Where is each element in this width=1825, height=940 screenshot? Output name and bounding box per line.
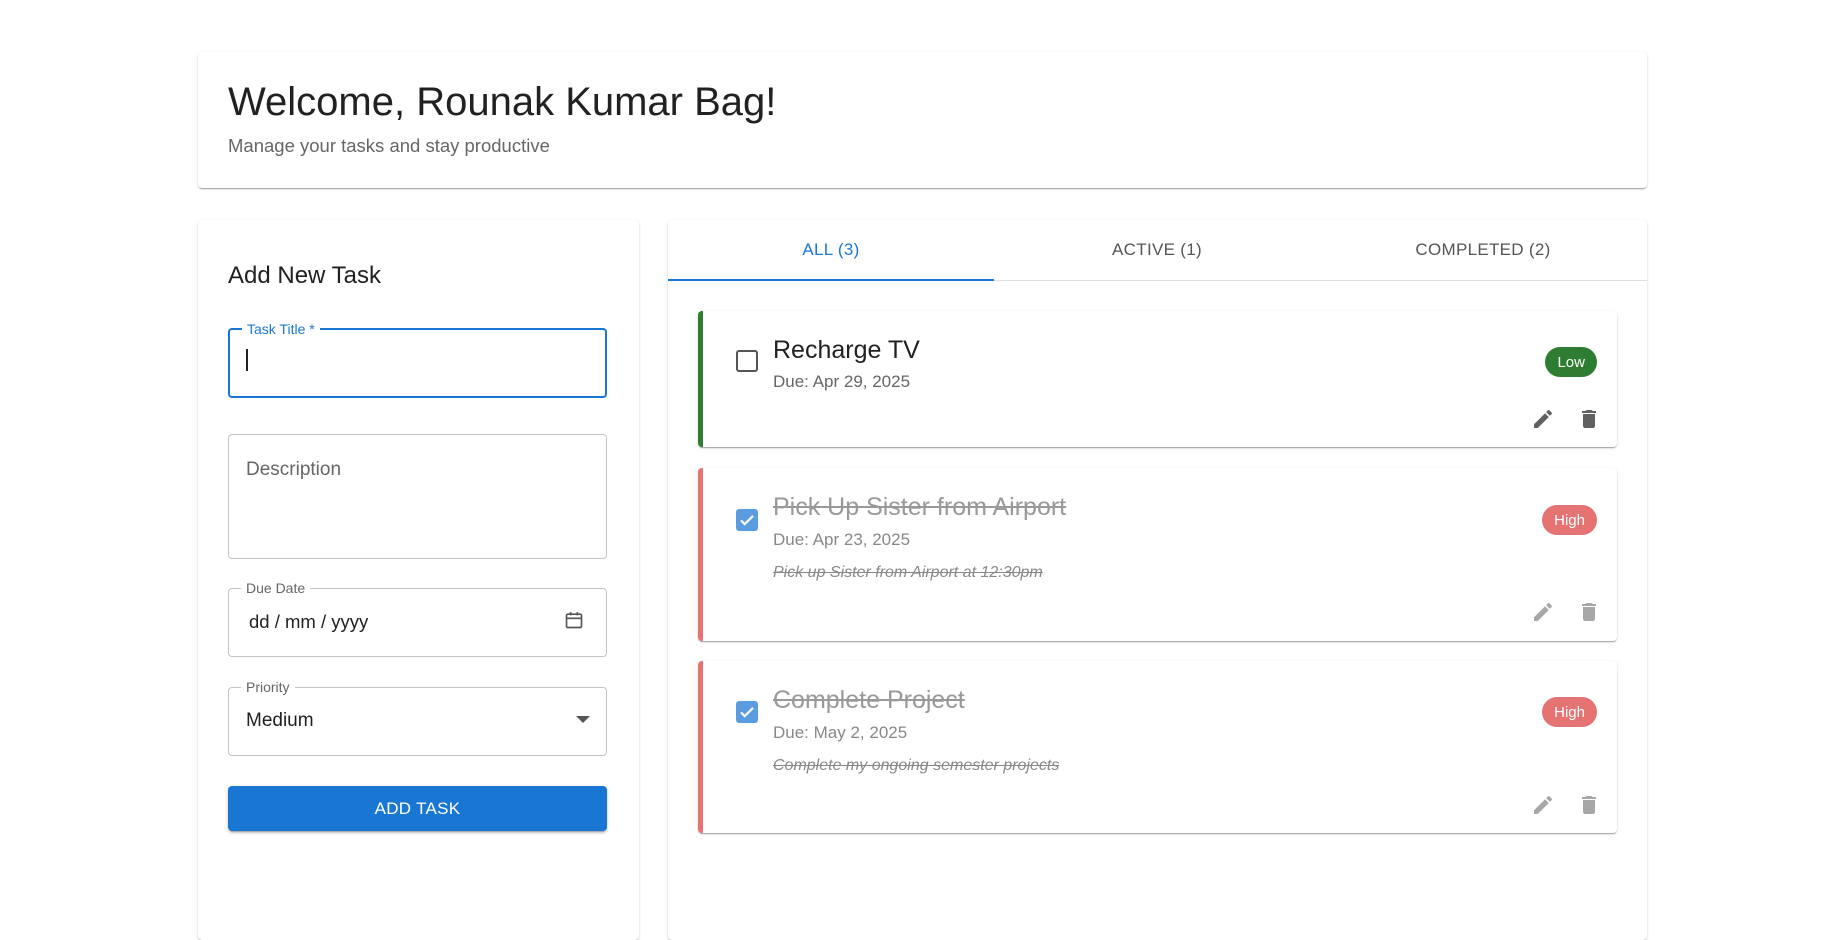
task-due-date: Due: May 2, 2025 [773, 723, 908, 742]
edit-icon[interactable] [1531, 793, 1555, 817]
task-due-date: Due: Apr 23, 2025 [773, 530, 911, 549]
task-item: Complete Project Due: May 2, 2025 Comple… [698, 661, 1617, 833]
delete-icon[interactable] [1577, 407, 1601, 431]
page-subtitle: Manage your tasks and stay productive [228, 135, 550, 156]
task-item: Recharge TV Due: Apr 29, 2025 Low [698, 311, 1617, 447]
due-date-label: Due Date [241, 580, 311, 596]
task-title-label: Task Title * [242, 321, 320, 337]
welcome-header: Welcome, Rounak Kumar Bag! Manage your t… [198, 52, 1647, 188]
page-title: Welcome, Rounak Kumar Bag! [228, 80, 777, 124]
description-placeholder: Description [246, 459, 342, 480]
add-task-button[interactable]: ADD TASK [228, 786, 607, 831]
priority-badge: Low [1545, 347, 1597, 377]
priority-stripe [698, 311, 703, 447]
task-title: Pick Up Sister from Airport [773, 493, 1067, 521]
tab-completed[interactable]: COMPLETED (2) [1320, 220, 1646, 280]
task-checkbox[interactable] [736, 701, 758, 723]
filter-tabs: ALL (3) ACTIVE (1) COMPLETED (2) [668, 220, 1647, 281]
form-heading: Add New Task [228, 262, 381, 289]
app-container: Welcome, Rounak Kumar Bag! Manage your t… [198, 52, 1647, 940]
delete-icon[interactable] [1577, 600, 1601, 624]
add-task-form: Add New Task Task Title * Description Du… [198, 220, 639, 940]
priority-value: Medium [246, 710, 314, 731]
task-title: Recharge TV [773, 336, 920, 364]
due-date-placeholder: dd / mm / yyyy [249, 611, 369, 632]
check-icon [740, 707, 754, 718]
calendar-icon[interactable] [564, 610, 584, 630]
task-item: Pick Up Sister from Airport Due: Apr 23,… [698, 468, 1617, 641]
task-checkbox[interactable] [736, 350, 758, 372]
task-description: Pick up Sister from Airport at 12:30pm [773, 564, 1043, 581]
priority-label: Priority [241, 679, 295, 695]
tab-all[interactable]: ALL (3) [668, 220, 994, 280]
priority-select[interactable]: Priority Medium [228, 679, 607, 756]
tab-active[interactable]: ACTIVE (1) [994, 220, 1320, 280]
task-title-field[interactable]: Task Title * [228, 321, 607, 398]
task-due-date: Due: Apr 29, 2025 [773, 372, 911, 391]
task-checkbox[interactable] [736, 509, 758, 531]
task-list-panel: ALL (3) ACTIVE (1) COMPLETED (2) Recharg… [668, 220, 1647, 940]
priority-badge: High [1542, 697, 1597, 727]
arrow-drop-down-icon [576, 716, 590, 723]
tab-indicator [668, 279, 994, 281]
check-icon [740, 515, 754, 526]
text-cursor [246, 349, 248, 371]
priority-stripe [698, 661, 703, 833]
priority-badge: High [1542, 505, 1597, 535]
task-description: Complete my ongoing semester projects [773, 757, 1060, 774]
edit-icon[interactable] [1531, 407, 1555, 431]
edit-icon[interactable] [1531, 600, 1555, 624]
task-title: Complete Project [773, 686, 965, 714]
due-date-field[interactable]: Due Date dd / mm / yyyy [228, 580, 607, 657]
description-field[interactable]: Description [228, 434, 607, 559]
priority-stripe [698, 468, 703, 641]
delete-icon[interactable] [1577, 793, 1601, 817]
